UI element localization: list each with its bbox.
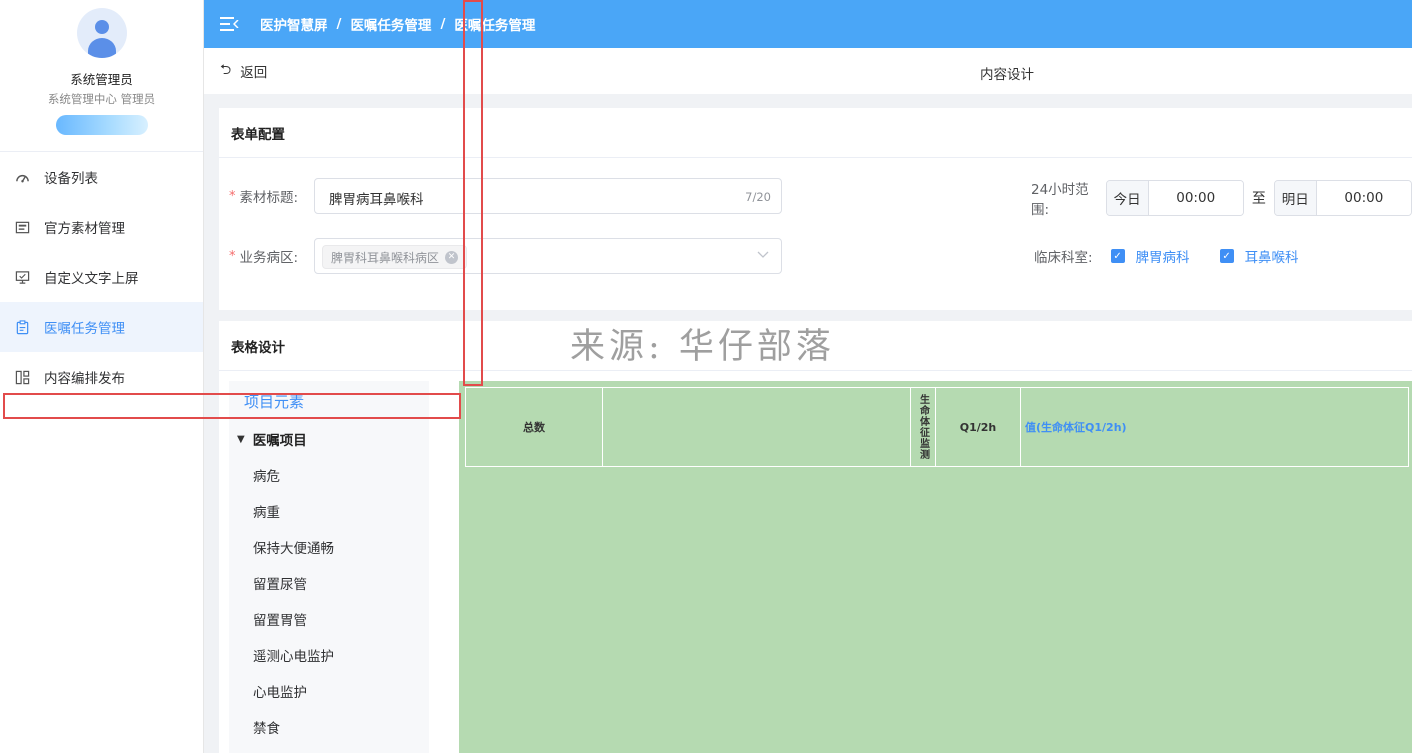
sidebar-item-device-list[interactable]: 设备列表 xyxy=(0,152,203,202)
sidebar-item-custom-text[interactable]: 自定义文字上屏 xyxy=(0,252,203,302)
dept-form-row: 临床科室: ✓ 脾胃病科 ✓ 耳鼻喉科 xyxy=(1034,238,1299,274)
dept-checkbox-label: 脾胃病科 xyxy=(1135,250,1190,266)
breadcrumb-item-home[interactable]: 医护智慧屏 xyxy=(260,14,328,34)
avatar[interactable] xyxy=(76,8,127,58)
form-config-panel: 表单配置 * 素材标题: 脾胃病耳鼻喉科 7/20 * 业务病区: 脾胃科耳鼻喉… xyxy=(219,108,1412,310)
avatar-body-icon xyxy=(87,38,116,58)
top-header: 医护智慧屏 / 医嘱任务管理 / 医嘱任务管理 xyxy=(204,0,1412,48)
tag-close-icon[interactable]: ✕ xyxy=(445,250,459,264)
sidebar-item-content-publish[interactable]: 内容编排发布 xyxy=(0,352,203,402)
user-status-badge xyxy=(55,115,148,135)
element-item[interactable]: 病重 xyxy=(229,493,429,529)
user-name: 系统管理员 xyxy=(70,72,133,87)
title-char-count: 7/20 xyxy=(745,190,771,204)
end-time-picker[interactable]: 明日 00:00 xyxy=(1273,180,1412,216)
sidebar-item-label: 自定义文字上屏 xyxy=(44,271,139,287)
table-cell-value[interactable]: 值(生命体征Q1/2h) xyxy=(1021,388,1408,466)
watermark-text: 来源: 华仔部落 xyxy=(570,327,835,367)
gauge-icon xyxy=(14,169,30,185)
checkbox-checked-icon: ✓ xyxy=(1219,249,1234,263)
time-range-label: 24小时范围: xyxy=(1031,182,1089,218)
element-list: 项目元素 ▼ 医嘱项目 病危 病重 保持大便通畅 留置尿管 留置胃管 遥测心电监… xyxy=(229,381,429,753)
dept-checkbox-label: 耳鼻喉科 xyxy=(1244,250,1299,266)
breadcrumb: 医护智慧屏 / 医嘱任务管理 / 医嘱任务管理 xyxy=(260,14,535,34)
title-label: 素材标题: xyxy=(239,190,299,206)
chevron-down-icon xyxy=(757,248,769,262)
start-time-value: 00:00 xyxy=(1148,181,1243,215)
time-range-group: 24小时范围: 今日 00:00 至 明日 00:00 xyxy=(1031,178,1412,218)
breadcrumb-separator: / xyxy=(440,16,446,32)
back-button[interactable]: ⮌ 返回 xyxy=(220,59,267,83)
sidebar-item-label: 设备列表 xyxy=(44,171,98,187)
form-config-title: 表单配置 xyxy=(219,108,1412,158)
table-cell-vital[interactable]: 生命体征监测 xyxy=(911,388,936,466)
element-group-label: 医嘱项目 xyxy=(252,433,307,449)
picture-icon xyxy=(14,219,30,235)
clipboard-icon xyxy=(14,319,30,335)
ward-form-row: * 业务病区: xyxy=(229,238,298,274)
sidebar-item-official-material[interactable]: 官方素材管理 xyxy=(0,202,203,252)
sidebar-item-order-task[interactable]: 医嘱任务管理 xyxy=(0,302,203,352)
element-item[interactable]: 禁食 xyxy=(229,709,429,745)
sidebar-item-label: 内容编排发布 xyxy=(44,371,125,387)
ward-tag: 脾胃科耳鼻喉科病区 ✕ xyxy=(322,245,468,269)
menu-toggle-icon[interactable] xyxy=(220,17,239,31)
design-canvas[interactable]: 总数 生命体征监测 Q1/2h 值(生命体征Q1/2h) xyxy=(459,381,1412,753)
element-item[interactable]: 保持大便通畅 xyxy=(229,529,429,565)
breadcrumb-item-order-task[interactable]: 医嘱任务管理 xyxy=(350,14,431,34)
table-cell-frequency[interactable]: Q1/2h xyxy=(936,388,1021,466)
title-input-value: 脾胃病耳鼻喉科 xyxy=(329,192,424,208)
element-item[interactable]: 留置胃管 xyxy=(229,601,429,637)
back-label: 返回 xyxy=(240,65,268,81)
element-item[interactable]: 心电监护 xyxy=(229,673,429,709)
avatar-head-icon xyxy=(94,20,109,34)
caret-down-icon: ▼ xyxy=(237,433,245,445)
required-mark: * xyxy=(229,188,236,204)
breadcrumb-separator: / xyxy=(336,16,342,32)
page-title: 内容设计 xyxy=(980,67,1034,83)
range-to-label: 至 xyxy=(1251,191,1266,207)
sidebar: 系统管理员 系统管理中心 管理员 设备列表 官方素材管理 自定义文字上屏 医嘱任… xyxy=(0,0,204,753)
checkbox-checked-icon: ✓ xyxy=(1110,249,1125,263)
dept-checkbox-spleen[interactable]: ✓ 脾胃病科 xyxy=(1110,246,1190,266)
breadcrumb-item-current: 医嘱任务管理 xyxy=(454,18,536,34)
element-item[interactable]: 遥测心电监护 xyxy=(229,637,429,673)
start-time-picker[interactable]: 今日 00:00 xyxy=(1105,180,1244,216)
title-form-row: * 素材标题: xyxy=(229,178,298,214)
sidebar-menu: 设备列表 官方素材管理 自定义文字上屏 医嘱任务管理 内容编排发布 xyxy=(0,152,203,402)
ward-tag-label: 脾胃科耳鼻喉科病区 xyxy=(331,250,440,265)
user-profile: 系统管理员 系统管理中心 管理员 xyxy=(0,0,203,152)
sub-toolbar: ⮌ 返回 内容设计 xyxy=(204,48,1412,94)
element-item[interactable]: 病危 xyxy=(229,457,429,493)
dept-label: 临床科室: xyxy=(1034,250,1093,266)
design-table: 总数 生命体征监测 Q1/2h 值(生命体征Q1/2h) xyxy=(465,387,1409,467)
end-day-prefix: 明日 xyxy=(1274,181,1317,215)
table-cell-empty[interactable] xyxy=(603,388,911,466)
dept-checkbox-ent[interactable]: ✓ 耳鼻喉科 xyxy=(1219,246,1299,266)
title-input[interactable]: 脾胃病耳鼻喉科 7/20 xyxy=(314,178,782,214)
element-item[interactable]: 留置尿管 xyxy=(229,565,429,601)
sidebar-item-label: 官方素材管理 xyxy=(44,221,125,237)
table-cell-total[interactable]: 总数 xyxy=(466,388,603,466)
user-role: 系统管理中心 管理员 xyxy=(47,92,156,106)
element-group-toggle[interactable]: ▼ 医嘱项目 xyxy=(229,421,429,457)
ward-select[interactable]: 脾胃科耳鼻喉科病区 ✕ xyxy=(314,238,782,274)
layout-icon xyxy=(14,369,30,385)
required-mark: * xyxy=(229,248,236,264)
app-root: 系统管理员 系统管理中心 管理员 设备列表 官方素材管理 自定义文字上屏 医嘱任… xyxy=(0,0,1412,753)
ward-label: 业务病区: xyxy=(239,250,299,266)
sidebar-item-label: 医嘱任务管理 xyxy=(44,321,125,337)
monitor-icon xyxy=(14,269,30,285)
start-day-prefix: 今日 xyxy=(1106,181,1149,215)
element-list-header: 项目元素 xyxy=(244,392,305,411)
back-arrow-icon: ⮌ xyxy=(220,62,232,78)
end-time-value: 00:00 xyxy=(1316,181,1412,215)
